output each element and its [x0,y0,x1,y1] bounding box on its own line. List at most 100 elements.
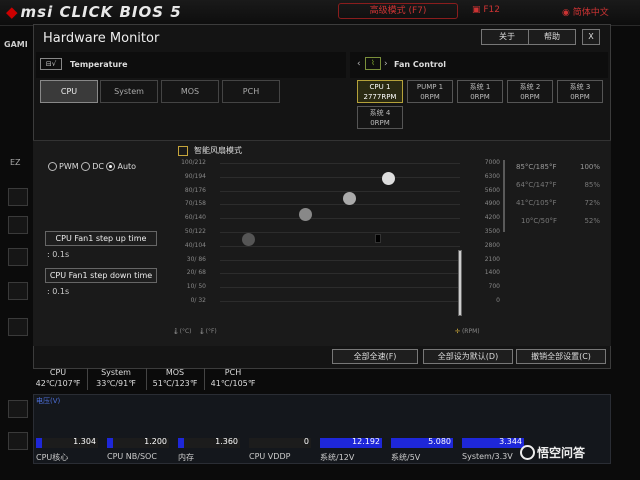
wukong-logo-icon [520,445,535,460]
temp-axis-tick: 0/ 32 [190,297,206,304]
temperature-icon: ⊟√ [40,58,62,70]
tab-cpu[interactable]: CPU [40,80,98,103]
step-down-time-button[interactable]: CPU Fan1 step down time [45,268,157,283]
help-button[interactable]: 帮助 [528,29,576,45]
summary-divider [87,368,88,390]
fan-control-label: Fan Control [394,60,446,69]
fan-system4[interactable]: 系统 4 0RPM [357,106,403,129]
tab-mos[interactable]: MOS [161,80,219,103]
radio-circle-icon [81,162,91,171]
default-all-button[interactable]: 全部设为默认(D) [423,349,513,364]
language-button[interactable]: ◉ 简体中文 [562,5,609,18]
msi-logo: ◆ msi CLICK BIOS 5 [6,3,182,21]
voltage-bar: 5.080 [391,437,453,448]
side-fan-icon[interactable] [8,282,28,300]
smart-fan-checkbox[interactable] [178,146,188,156]
fan-curve-point[interactable] [299,208,312,221]
voltage-label: 内存 [178,453,194,462]
radio-auto[interactable]: Auto [106,162,136,171]
fan-system2[interactable]: 系统 2 0RPM [507,80,553,103]
temperature-label: Temperature [70,60,128,69]
radio-pwm[interactable]: PWM [48,162,79,171]
voltage-value: 1.200 [144,437,167,446]
grid-line [220,176,460,178]
tab-pch[interactable]: PCH [222,80,280,103]
side-storage-icon[interactable] [8,248,28,266]
chevron-right-icon[interactable]: › [384,59,388,69]
side-oc-icon[interactable] [8,400,28,418]
voltage-label: CPU NB/SOC [107,452,157,461]
radio-dc[interactable]: DC [81,162,104,171]
temp-axis-tick: 30/ 86 [186,255,206,263]
temp-axis-tick: 10/ 50 [186,283,206,291]
fan-curve-point[interactable] [343,192,356,205]
grid-line [220,218,460,220]
rpm-axis-tick: 5600 [484,186,500,194]
rpm-level-bar [458,250,462,316]
grid-line [220,301,460,302]
fan-mode-radio-group: PWM DC Auto [48,162,136,171]
temp-axis-tick: 80/176 [184,186,206,194]
voltage-value: 1.304 [73,437,96,446]
tab-system[interactable]: System [100,80,158,103]
fan-control-panel-header [350,52,608,78]
grid-line [220,204,460,206]
full-speed-button[interactable]: 全部全速(F) [332,349,418,364]
temp-axis-tick: 60/140 [184,214,206,222]
step-up-time-value[interactable]: : 0.1s [47,250,69,259]
side-settings-icon[interactable] [8,318,28,336]
advanced-mode-button[interactable]: 高级模式 (F7) [338,3,458,19]
smart-fan-label: 智能风扇模式 [194,146,242,155]
fan-system3[interactable]: 系统 3 0RPM [557,80,603,103]
grid-line [220,163,460,164]
fan-pump1[interactable]: PUMP 1 0RPM [407,80,453,103]
temp-axis-tick: 70/158 [184,200,206,208]
fan-curve-point[interactable] [382,172,395,185]
legend-row-3: 41°C/105°F 72% [516,199,600,207]
fan-curve-point[interactable] [242,233,255,246]
voltage-bar: 0 [249,437,311,448]
voltage-bar: 12.192 [320,437,382,448]
dragon-icon: ◆ [6,3,19,21]
step-up-time-button[interactable]: CPU Fan1 step up time [45,231,157,246]
rpm-axis-tick: 2800 [484,241,500,249]
grid-line [220,245,460,247]
game-boost-label: GAMI [4,40,28,49]
voltage-value: 1.360 [215,437,238,446]
voltage-bar: 1.304 [36,437,98,448]
radio-circle-icon [48,162,57,171]
rpm-axis-tick: 4900 [484,200,500,208]
fan-system1[interactable]: 系统 1 0RPM [457,80,503,103]
temp-axis-tick: 90/194 [184,172,206,180]
chevron-left-icon[interactable]: ‹ [357,59,361,69]
rpm-axis-tick: 2100 [484,255,500,263]
temp-axis-tick: 40/104 [184,241,206,249]
summary-pch: PCH 41℃/105℉ [210,368,256,388]
grid-line [220,273,460,275]
close-button[interactable]: X [582,29,600,45]
summary-system: System 33℃/91℉ [96,368,136,388]
rpm-axis-tick: 4200 [484,214,500,222]
temp-axis-tick: 100/212 [181,159,206,166]
voltage-bar: 3.344 [462,437,524,448]
side-memory-icon[interactable] [8,216,28,234]
step-down-time-value[interactable]: : 0.1s [47,287,69,296]
grid-line [220,287,460,289]
voltage-value: 12.192 [352,437,380,446]
summary-divider [146,368,147,390]
f12-screenshot-button[interactable]: ▣ F12 [472,5,500,15]
rpm-axis-tick: 3500 [484,228,500,235]
rpm-axis-tick: 7000 [484,159,500,166]
thermometer-f-icon: 🌡(°F) [198,328,217,335]
grid-line [220,190,460,192]
cancel-all-button[interactable]: 撤销全部设置(C) [516,349,606,364]
fan-cpu1[interactable]: CPU 1 2777RPM [357,80,403,103]
side-cpu-icon[interactable] [8,188,28,206]
voltage-label: CPU VDDP [249,452,291,461]
summary-mos: MOS 51℃/123℉ [152,368,198,388]
current-temp-marker [375,234,381,243]
about-button[interactable]: 关于 [481,29,533,45]
temp-axis-tick: 20/ 68 [186,269,206,277]
temp-axis-tick: 50/122 [184,228,206,235]
side-mflash-icon[interactable] [8,432,28,450]
